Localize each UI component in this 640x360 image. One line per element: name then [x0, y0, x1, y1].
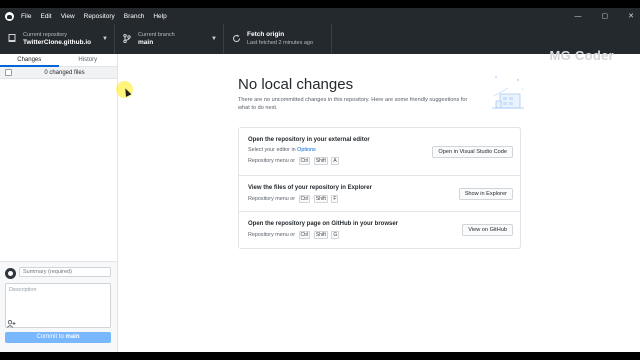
current-branch-dropdown[interactable]: Current branch main ▼ — [115, 24, 224, 54]
shortcut-hint-text: Repository menu or — [248, 196, 296, 202]
menu-file[interactable]: File — [21, 13, 31, 20]
no-changes-illustration — [492, 76, 524, 109]
shortcut-hint: Repository menu or Ctrl Shift F — [248, 195, 339, 203]
suggestion-view-github: Open the repository page on GitHub in yo… — [239, 212, 520, 248]
commit-panel: Description Commit to main — [0, 261, 117, 352]
sync-icon — [229, 34, 243, 45]
branch-label: Current branch — [138, 32, 175, 38]
main-content: MG Coder No local changes There are no u… — [118, 48, 640, 352]
caret-down-icon: ▼ — [102, 36, 108, 42]
key-shift: Shift — [313, 157, 328, 165]
suggestion-title: Open the repository in your external edi… — [248, 137, 370, 143]
repository-name: TwitterClone.github.io — [23, 39, 92, 46]
shortcut-hint-text: Repository menu or — [248, 158, 296, 164]
menu-repository[interactable]: Repository — [84, 13, 115, 20]
fetch-text: Fetch origin Last fetched 2 minutes ago — [247, 31, 313, 47]
page-title: No local changes — [238, 76, 354, 93]
fetch-label: Fetch origin — [247, 31, 285, 38]
suggestion-title: Open the repository page on GitHub in yo… — [248, 221, 399, 227]
menu-help[interactable]: Help — [153, 13, 166, 20]
suggestion-hint: Select your editor in Options — [248, 147, 316, 153]
branch-text: Current branch main — [138, 31, 175, 47]
add-coauthor-icon[interactable] — [6, 320, 16, 330]
shortcut-hint: Repository menu or Ctrl Shift A — [248, 157, 339, 165]
minimize-button[interactable]: — — [575, 13, 582, 20]
suggestion-open-editor: Open the repository in your external edi… — [239, 128, 520, 176]
tab-history[interactable]: History — [59, 54, 118, 66]
shortcut-hint: Repository menu or Ctrl Shift G — [248, 231, 340, 239]
tab-changes[interactable]: Changes — [0, 54, 59, 67]
suggestions-list: Open the repository in your external edi… — [238, 127, 521, 249]
close-button[interactable]: ✕ — [628, 12, 634, 20]
commit-button[interactable]: Commit to main — [5, 332, 111, 343]
show-in-explorer-button[interactable]: Show in Explorer — [458, 188, 513, 200]
current-repository-dropdown[interactable]: Current repository TwitterClone.github.i… — [0, 24, 115, 54]
page-description: There are no uncommitted changes in this… — [238, 97, 468, 111]
view-on-github-button[interactable]: View on GitHub — [462, 224, 513, 236]
options-link[interactable]: Options — [297, 147, 316, 153]
key-ctrl: Ctrl — [298, 157, 311, 165]
suggestion-title: View the files of your repository in Exp… — [248, 185, 372, 191]
description-textarea[interactable]: Description — [5, 283, 111, 328]
key-ctrl: Ctrl — [298, 195, 311, 203]
summary-input[interactable] — [19, 267, 111, 277]
title-bar: File Edit View Repository Branch Help — … — [0, 8, 640, 24]
sidebar-tabs: Changes History — [0, 54, 117, 67]
editor-hint-text: Select your editor in — [248, 147, 296, 153]
select-all-checkbox[interactable] — [5, 69, 12, 76]
key-letter: G — [331, 231, 340, 239]
menu-branch[interactable]: Branch — [124, 13, 145, 20]
github-desktop-window: File Edit View Repository Branch Help — … — [0, 8, 640, 352]
changed-files-header: 0 changed files — [0, 67, 117, 79]
branch-icon — [120, 33, 134, 45]
commit-button-branch: main — [65, 334, 80, 340]
repository-icon — [5, 33, 19, 45]
key-letter: F — [331, 195, 339, 203]
last-fetched: Last fetched 2 minutes ago — [247, 40, 314, 46]
menu-view[interactable]: View — [61, 13, 75, 20]
watermark: MG Coder — [549, 48, 614, 63]
shortcut-hint-text: Repository menu or — [248, 232, 296, 238]
repository-label: Current repository — [23, 32, 68, 38]
branch-name: main — [138, 39, 154, 46]
repository-text: Current repository TwitterClone.github.i… — [23, 31, 91, 47]
fetch-origin-button[interactable]: Fetch origin Last fetched 2 minutes ago — [224, 24, 332, 54]
key-shift: Shift — [313, 195, 328, 203]
menu-bar: File Edit View Repository Branch Help — [21, 13, 167, 20]
key-ctrl: Ctrl — [298, 231, 311, 239]
open-in-vscode-button[interactable]: Open in Visual Studio Code — [432, 146, 513, 158]
changed-files-count: 0 changed files — [44, 69, 85, 76]
key-letter: A — [331, 157, 339, 165]
toolbar: Current repository TwitterClone.github.i… — [0, 24, 640, 54]
avatar — [5, 268, 16, 279]
caret-down-icon: ▼ — [211, 36, 217, 42]
suggestion-show-explorer: View the files of your repository in Exp… — [239, 176, 520, 212]
commit-button-label: Commit to — [36, 334, 64, 340]
window-controls: — ▢ ✕ — [575, 8, 635, 24]
sidebar: Changes History 0 changed files Descript… — [0, 54, 118, 352]
maximize-button[interactable]: ▢ — [602, 12, 609, 20]
key-shift: Shift — [313, 231, 328, 239]
menu-edit[interactable]: Edit — [40, 13, 51, 20]
github-logo-icon — [5, 11, 14, 21]
